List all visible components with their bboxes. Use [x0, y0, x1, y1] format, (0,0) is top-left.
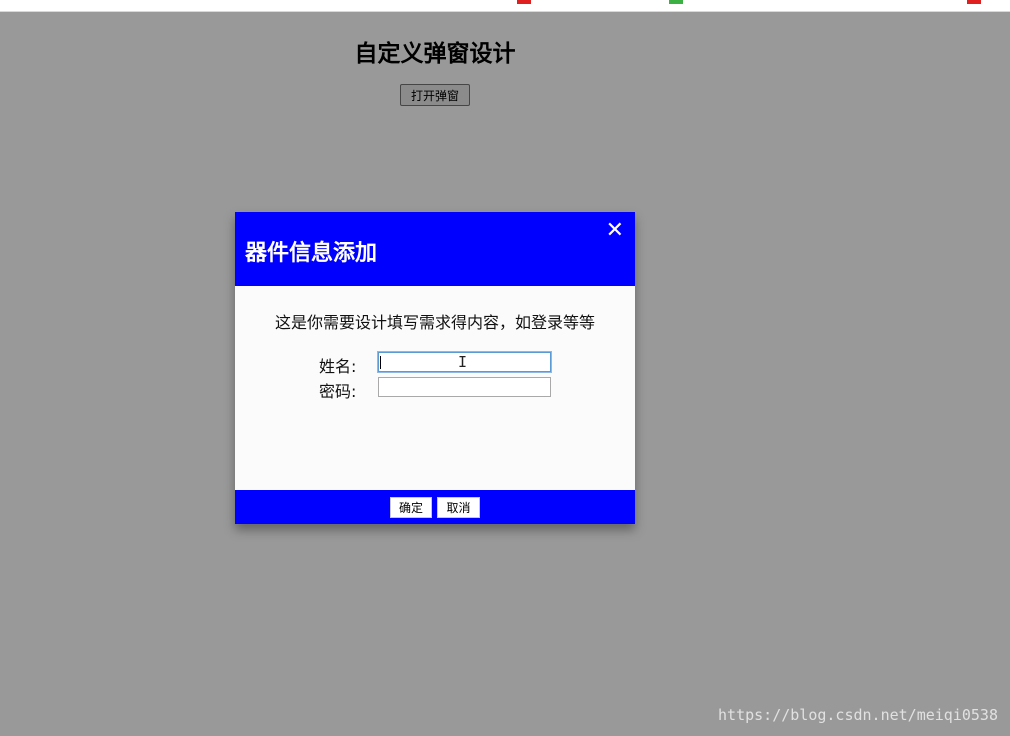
- modal-title: 器件信息添加: [245, 241, 378, 266]
- cancel-button[interactable]: 取消: [437, 497, 480, 518]
- modal-dialog: 器件信息添加 ✕ 这是你需要设计填写需求得内容，如登录等等 姓名: I 密码: …: [235, 212, 635, 524]
- tab-indicator-icon: [967, 0, 981, 4]
- watermark: https://blog.csdn.net/meiqi0538: [718, 706, 998, 724]
- modal-body: 这是你需要设计填写需求得内容，如登录等等 姓名: I 密码:: [235, 286, 635, 490]
- modal-footer: 确定 取消: [235, 490, 635, 524]
- modal-description: 这是你需要设计填写需求得内容，如登录等等: [274, 313, 595, 332]
- tab-indicator-icon: [669, 0, 683, 4]
- password-label: 密码:: [319, 382, 357, 401]
- browser-strip: [0, 0, 1010, 12]
- password-input[interactable]: [378, 377, 551, 397]
- name-row: 姓名: I: [235, 351, 635, 376]
- text-caret: [380, 356, 381, 369]
- text-cursor-icon: I: [458, 353, 468, 371]
- confirm-button[interactable]: 确定: [390, 497, 432, 518]
- password-row: 密码:: [235, 377, 635, 401]
- close-icon[interactable]: ✕: [606, 220, 624, 242]
- modal-header: 器件信息添加 ✕: [235, 212, 635, 286]
- name-label: 姓名:: [319, 357, 357, 376]
- tab-indicator-icon: [517, 0, 531, 4]
